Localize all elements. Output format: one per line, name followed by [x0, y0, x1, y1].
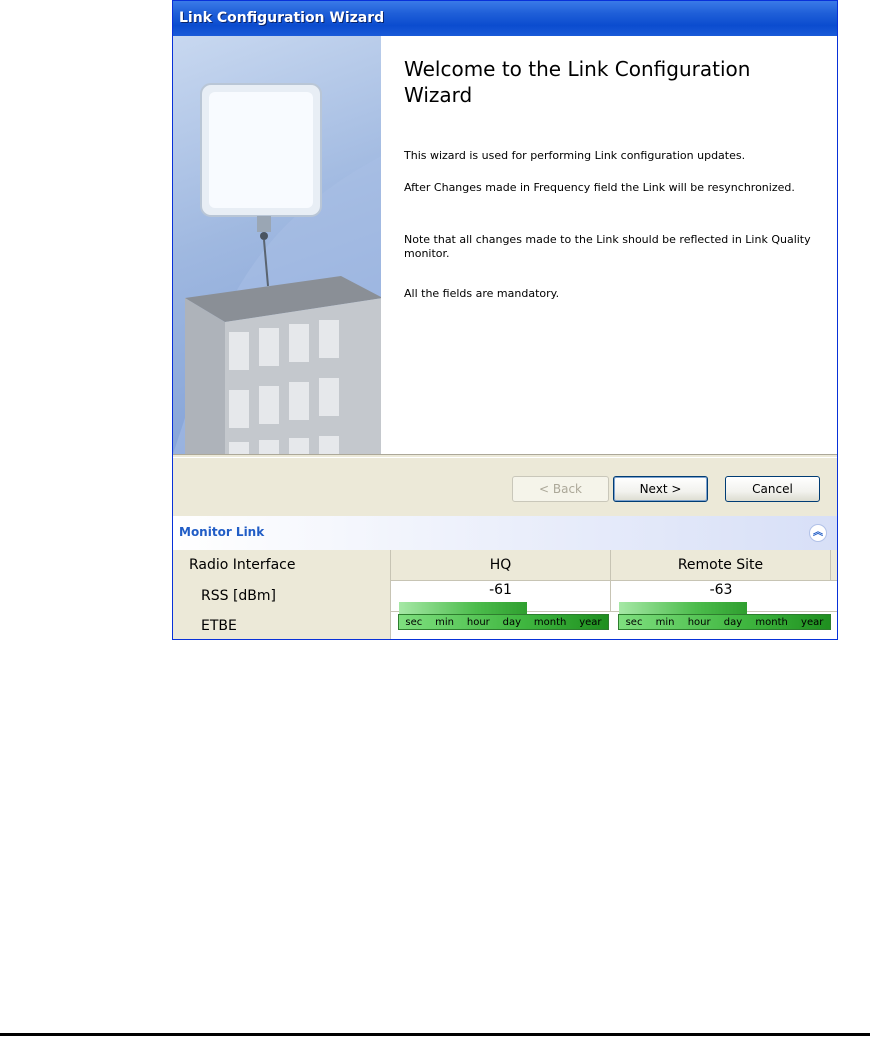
- wizard-paragraph: This wizard is used for performing Link …: [404, 149, 746, 162]
- scale-label: min: [655, 616, 675, 628]
- monitor-link-header[interactable]: Monitor Link ︽: [173, 516, 837, 550]
- scale-label: day: [723, 616, 743, 628]
- column-header: Remote Site: [611, 550, 831, 580]
- wizard-heading: Welcome to the Link Configuration Wizard: [404, 57, 751, 107]
- scale-label: day: [502, 616, 522, 628]
- etbe-remote-cell: sec min hour day month year: [611, 611, 833, 639]
- wizard-window: Link Configuration Wizard Welcome to the…: [172, 0, 838, 640]
- rss-hq-cell: -61: [391, 580, 611, 614]
- scale-label: month: [755, 616, 788, 628]
- etbe-hq-cell: sec min hour day month year: [391, 611, 611, 639]
- scale-label: sec: [405, 616, 423, 628]
- etbe-hq-scale: sec min hour day month year: [398, 614, 609, 630]
- title-bar[interactable]: Link Configuration Wizard: [173, 1, 837, 36]
- column-header: Radio Interface: [173, 550, 391, 580]
- wizard-paragraph: All the fields are mandatory.: [404, 287, 560, 300]
- scale-label: hour: [466, 616, 490, 628]
- monitor-table: Radio Interface HQ Remote Site RSS [dBm]…: [173, 550, 837, 639]
- divider: [173, 454, 837, 458]
- next-button[interactable]: Next >: [613, 476, 708, 502]
- rss-hq-value: -61: [489, 582, 512, 598]
- double-chevron-up-icon[interactable]: ︽: [809, 524, 827, 542]
- wizard-paragraph: After Changes made in Frequency field th…: [404, 181, 795, 194]
- window-title: Link Configuration Wizard: [179, 10, 385, 26]
- scale-label: month: [533, 616, 567, 628]
- antenna-building-illustration: [173, 83, 381, 454]
- monitor-link-title: Monitor Link: [179, 525, 265, 539]
- scale-label: sec: [625, 616, 643, 628]
- rss-remote-cell: -63: [611, 580, 831, 614]
- rss-remote-value: -63: [709, 582, 733, 598]
- wizard-content: Welcome to the Link Configuration Wizard…: [381, 36, 837, 454]
- etbe-label: ETBE: [173, 611, 391, 639]
- etbe-remote-scale: sec min hour day month year: [618, 614, 831, 630]
- table-row: RSS [dBm] -61 -63: [173, 580, 837, 614]
- building-icon: [185, 276, 381, 454]
- scale-label: year: [801, 616, 824, 628]
- wizard-paragraph: Note that all changes made to the Link s…: [404, 233, 811, 260]
- column-header: HQ: [391, 550, 611, 580]
- cancel-button[interactable]: Cancel: [725, 476, 820, 502]
- scale-label: hour: [687, 616, 711, 628]
- table-header-row: Radio Interface HQ Remote Site: [173, 550, 837, 581]
- back-button[interactable]: < Back: [512, 476, 609, 502]
- scale-label: min: [435, 616, 455, 628]
- rss-label: RSS [dBm]: [173, 580, 391, 611]
- page-rule: [0, 1033, 870, 1036]
- scale-label: year: [579, 616, 602, 628]
- table-row: ETBE sec min hour day month year sec min…: [173, 611, 837, 639]
- wizard-illustration: [173, 36, 381, 454]
